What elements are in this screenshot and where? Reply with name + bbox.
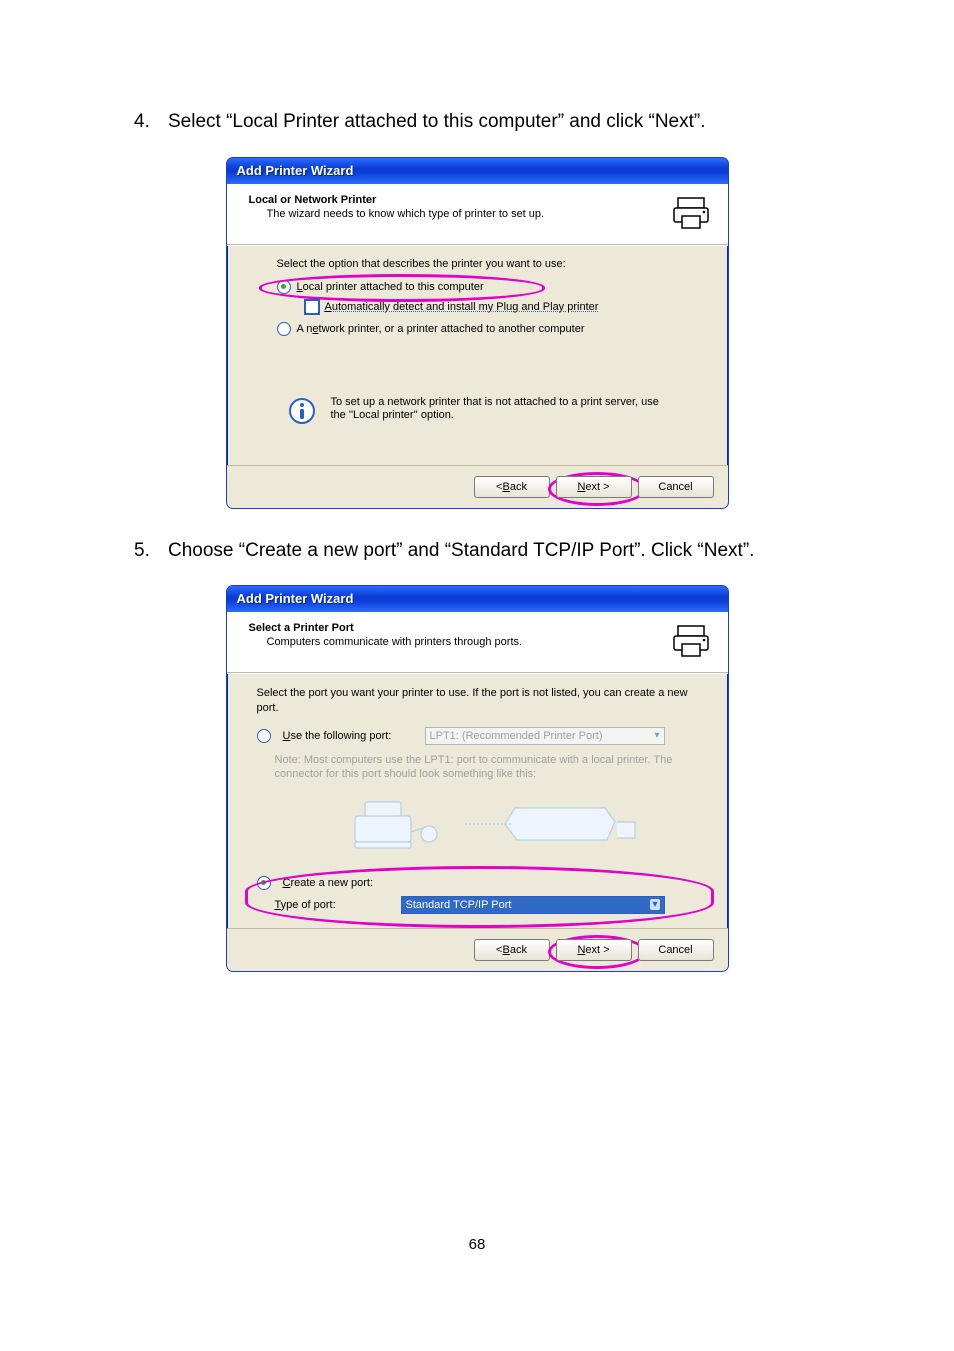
titlebar: Add Printer Wizard — [227, 586, 728, 612]
radio-create-new-port[interactable]: Create a new port: — [257, 876, 696, 890]
use-port-label: Use the following port: — [283, 730, 419, 742]
create-port-label: Create a new port: — [283, 877, 374, 889]
step-4: 4. Select “Local Printer attached to thi… — [134, 110, 854, 135]
step-5-number: 5. — [134, 539, 168, 564]
port-note: Note: Most computers use the LPT1: port … — [275, 753, 704, 782]
radio-network-printer[interactable]: A network printer, or a printer attached… — [277, 322, 698, 336]
step-5-text: Choose “Create a new port” and “Standard… — [168, 539, 754, 564]
page-number: 68 — [0, 1236, 954, 1253]
radio-use-following-port[interactable]: Use the following port: LPT1: (Recommend… — [257, 727, 704, 745]
step-5: 5. Choose “Create a new port” and “Stand… — [134, 539, 854, 564]
next-button[interactable]: Next > — [556, 939, 632, 961]
titlebar: Add Printer Wizard — [227, 158, 728, 184]
radio-icon — [277, 322, 291, 336]
type-of-port-dropdown[interactable]: Standard TCP/IP Port ▾ — [401, 896, 665, 914]
use-port-value: LPT1: (Recommended Printer Port) — [430, 730, 603, 742]
radio-local-label: Local printer attached to this computer — [297, 281, 484, 293]
header-title: Select a Printer Port — [249, 622, 523, 634]
printer-icon — [672, 622, 714, 660]
button-row: < Back Next > Cancel — [227, 928, 728, 971]
header-subtitle: The wizard needs to know which type of p… — [267, 208, 545, 220]
document-page: 4. Select “Local Printer attached to thi… — [0, 0, 954, 1351]
type-of-port-value: Standard TCP/IP Port — [406, 899, 512, 911]
checkbox-auto-label: Automatically detect and install my Plug… — [325, 301, 599, 313]
step-4-number: 4. — [134, 110, 168, 135]
dialog-header: Select a Printer Port Computers communic… — [227, 612, 728, 673]
radio-icon — [277, 280, 291, 294]
cancel-button[interactable]: Cancel — [638, 939, 714, 961]
cancel-button[interactable]: Cancel — [638, 476, 714, 498]
back-button[interactable]: < Back — [474, 939, 550, 961]
wizard-dialog-local-or-network: Add Printer Wizard Local or Network Prin… — [226, 157, 729, 509]
checkbox-auto-detect[interactable]: Automatically detect and install my Plug… — [305, 300, 698, 314]
radio-local-printer[interactable]: Local printer attached to this computer — [277, 280, 698, 294]
port-connector-illustration — [287, 792, 704, 854]
info-icon — [287, 396, 317, 426]
radio-icon — [257, 876, 271, 890]
header-title: Local or Network Printer — [249, 194, 545, 206]
create-port-group: Create a new port: Type of port: Standar… — [253, 870, 704, 924]
chevron-down-icon: ▾ — [654, 730, 659, 741]
wizard-dialog-select-port: Add Printer Wizard Select a Printer Port… — [226, 585, 729, 971]
dialog-body: Select the port you want your printer to… — [227, 673, 728, 927]
info-row: To set up a network printer that is not … — [287, 396, 698, 426]
dialog-header: Local or Network Printer The wizard need… — [227, 184, 728, 245]
radio-icon — [257, 729, 271, 743]
prompt-text: Select the option that describes the pri… — [277, 258, 698, 270]
checkbox-icon — [305, 300, 319, 314]
next-button[interactable]: Next > — [556, 476, 632, 498]
info-text: To set up a network printer that is not … — [331, 396, 671, 424]
chevron-down-icon: ▾ — [650, 899, 659, 910]
header-subtitle: Computers communicate with printers thro… — [267, 636, 523, 648]
prompt-text: Select the port you want your printer to… — [257, 686, 704, 715]
step-4-text: Select “Local Printer attached to this c… — [168, 110, 706, 135]
use-port-dropdown: LPT1: (Recommended Printer Port) ▾ — [425, 727, 665, 745]
dialog-body: Select the option that describes the pri… — [227, 245, 728, 465]
button-row: < Back Next > Cancel — [227, 465, 728, 508]
printer-icon — [672, 194, 714, 232]
radio-network-label: A network printer, or a printer attached… — [297, 323, 585, 335]
back-button[interactable]: < Back — [474, 476, 550, 498]
type-of-port-label: Type of port: — [275, 899, 395, 911]
